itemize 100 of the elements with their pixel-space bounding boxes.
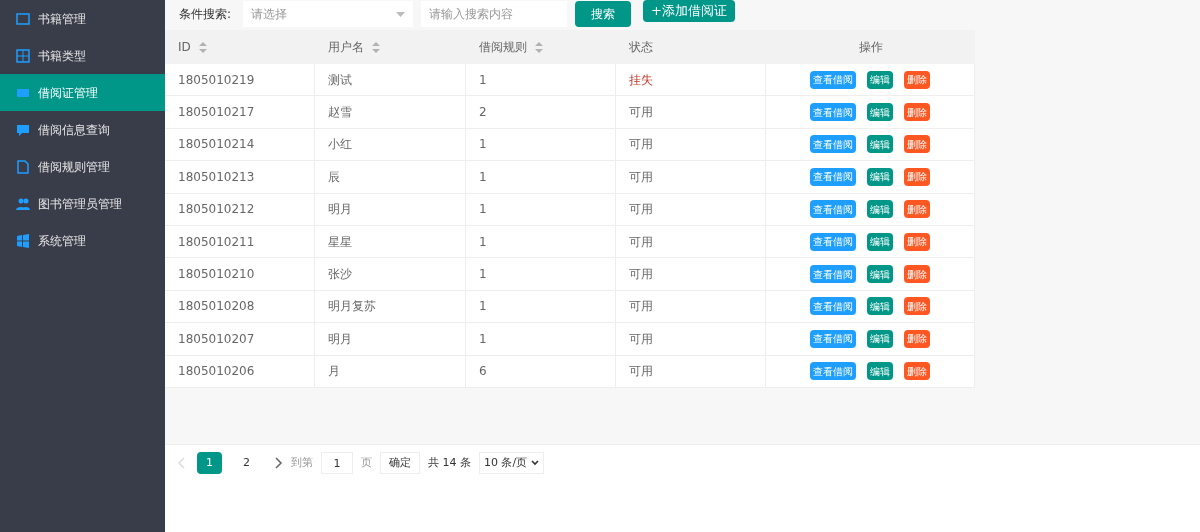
- sort-icon[interactable]: [198, 41, 207, 53]
- edit-button[interactable]: 编辑: [867, 135, 893, 154]
- view-button[interactable]: 查看借阅: [810, 200, 856, 219]
- status-text: 可用: [629, 201, 653, 219]
- status-text: 可用: [629, 104, 653, 122]
- page-unit-label: 页: [361, 455, 372, 472]
- table-cell-text: 1: [479, 233, 487, 251]
- delete-button[interactable]: 删除: [904, 297, 930, 316]
- table-cell-text: 1805010219: [178, 71, 255, 89]
- search-button[interactable]: 搜索: [575, 1, 632, 27]
- sidebar-item[interactable]: 系统管理: [0, 222, 165, 259]
- table-cell-text: 1805010207: [178, 330, 255, 348]
- view-button[interactable]: 查看借阅: [810, 70, 856, 89]
- delete-button[interactable]: 删除: [904, 200, 930, 219]
- column-header[interactable]: ID: [178, 38, 207, 56]
- status-text: 可用: [629, 330, 653, 348]
- total-count: 共 14 条: [428, 455, 471, 472]
- delete-button[interactable]: 删除: [904, 362, 930, 381]
- table-cell-text: 明月: [328, 330, 352, 348]
- edit-button[interactable]: 编辑: [867, 265, 893, 284]
- page-number-field[interactable]: 1: [321, 452, 353, 475]
- caret-icon: [396, 11, 406, 17]
- view-button[interactable]: 查看借阅: [810, 167, 856, 186]
- table-cell-text: 6: [479, 363, 487, 381]
- delete-button[interactable]: 删除: [904, 232, 930, 251]
- delete-button[interactable]: 删除: [904, 329, 930, 348]
- sort-icon[interactable]: [535, 41, 543, 53]
- table-cell-text: 1: [479, 330, 487, 348]
- page-button[interactable]: 1: [197, 452, 222, 475]
- sidebar-item[interactable]: 图书管理员管理: [0, 185, 165, 222]
- edit-button[interactable]: 编辑: [867, 329, 893, 348]
- table-cell-text: 1805010212: [178, 201, 255, 219]
- table-cell-text: 明月: [328, 201, 352, 219]
- table-cell-text: 1805010213: [178, 168, 255, 186]
- delete-button[interactable]: 删除: [904, 135, 930, 154]
- chat-icon: [16, 122, 30, 137]
- edit-button[interactable]: 编辑: [867, 362, 893, 381]
- view-button[interactable]: 查看借阅: [810, 135, 856, 154]
- sidebar-item[interactable]: 借阅证管理: [0, 74, 165, 111]
- table-cell-text: 1805010211: [178, 233, 255, 251]
- page-button[interactable]: 2: [234, 452, 259, 475]
- search-field[interactable]: 请输入搜索内容: [421, 1, 568, 27]
- table-cell-text: 小红: [328, 136, 352, 154]
- sidebar-item[interactable]: 书籍类型: [0, 37, 165, 74]
- table-cell-text: 1: [479, 168, 487, 186]
- edit-button[interactable]: 编辑: [867, 297, 893, 316]
- table-cell-text: 1805010208: [178, 298, 255, 316]
- sidebar-item[interactable]: 借阅规则管理: [0, 148, 165, 185]
- table-cell-text: 1805010217: [178, 104, 255, 122]
- view-button[interactable]: 查看借阅: [810, 103, 856, 122]
- edit-button[interactable]: 编辑: [867, 70, 893, 89]
- goto-label: 到第: [291, 455, 313, 472]
- edit-button[interactable]: 编辑: [867, 167, 893, 186]
- next-page-icon[interactable]: [275, 457, 283, 470]
- document-icon: [16, 159, 30, 174]
- table-cell-text: 1805010214: [178, 136, 255, 154]
- table-cell-text: 辰: [328, 168, 340, 186]
- delete-button[interactable]: 删除: [904, 103, 930, 122]
- condition-select[interactable]: 请选择: [243, 1, 414, 27]
- table-cell-text: 1: [479, 266, 487, 284]
- delete-button[interactable]: 删除: [904, 265, 930, 284]
- status-text: 可用: [629, 298, 653, 316]
- status-text: 可用: [629, 363, 653, 381]
- windows-icon: [16, 233, 30, 248]
- status-text: 可用: [629, 266, 653, 284]
- users-icon: [16, 196, 30, 211]
- confirm-button[interactable]: 确定: [380, 452, 420, 475]
- table-cell-text: 1805010210: [178, 266, 255, 284]
- sidebar-item[interactable]: 借阅信息查询: [0, 111, 165, 148]
- table-cell-text: 2: [479, 104, 487, 122]
- table-cell-text: 明月复苏: [328, 298, 376, 316]
- view-button[interactable]: 查看借阅: [810, 297, 856, 316]
- view-button[interactable]: 查看借阅: [810, 362, 856, 381]
- chevron-down-icon: [531, 460, 540, 467]
- status-text: 挂失: [629, 71, 653, 89]
- add-card-button[interactable]: +添加借阅证: [643, 0, 735, 22]
- column-header[interactable]: 用户名: [328, 38, 380, 56]
- table-cell-text: 1: [479, 298, 487, 316]
- table-cell-text: 月: [328, 363, 340, 381]
- page-size-select[interactable]: 10 条/页: [479, 452, 545, 475]
- view-button[interactable]: 查看借阅: [810, 265, 856, 284]
- delete-button[interactable]: 删除: [904, 167, 930, 186]
- view-button[interactable]: 查看借阅: [810, 329, 856, 348]
- edit-button[interactable]: 编辑: [867, 103, 893, 122]
- edit-button[interactable]: 编辑: [867, 200, 893, 219]
- column-header: 操作: [858, 39, 883, 56]
- book-icon: [16, 11, 30, 26]
- status-text: 可用: [629, 233, 653, 251]
- sidebar-item[interactable]: 书籍管理: [0, 0, 165, 37]
- delete-button[interactable]: 删除: [904, 70, 930, 89]
- column-header: 状态: [629, 39, 653, 56]
- sort-icon[interactable]: [372, 41, 380, 53]
- status-text: 可用: [629, 136, 653, 154]
- table-cell-text: 1: [479, 201, 487, 219]
- view-button[interactable]: 查看借阅: [810, 232, 856, 251]
- edit-button[interactable]: 编辑: [867, 232, 893, 251]
- column-header[interactable]: 借阅规则: [479, 38, 543, 56]
- status-text: 可用: [629, 168, 653, 186]
- table-cell-text: 1: [479, 136, 487, 154]
- table-cell-text: 1805010206: [178, 363, 255, 381]
